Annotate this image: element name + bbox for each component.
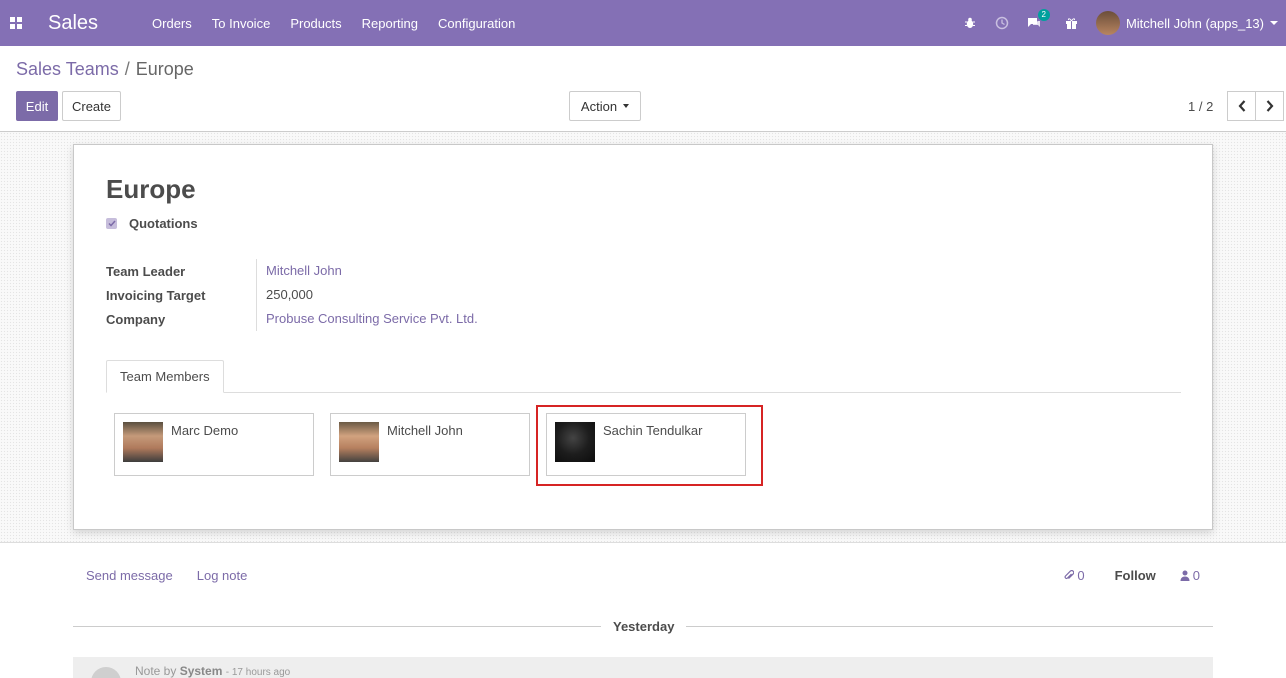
follow-button[interactable]: Follow [1115, 568, 1156, 583]
pager-previous-button[interactable] [1227, 91, 1256, 121]
invoicing-target-label: Invoicing Target [106, 287, 206, 303]
caret-down-icon [623, 104, 630, 108]
top-navbar: Sales Orders To Invoice Products Reporti… [0, 0, 1286, 46]
pager-next-button[interactable] [1255, 91, 1284, 121]
user-name: Mitchell John (apps_13) [1125, 15, 1264, 31]
pager-value: 1 / 2 [1188, 99, 1214, 114]
avatar [1095, 11, 1120, 35]
highlight-box [536, 405, 763, 486]
quotations-checkbox [106, 218, 117, 229]
breadcrumb-separator: / [124, 59, 130, 79]
create-button[interactable]: Create [62, 91, 121, 121]
user-menu[interactable]: Mitchell John (apps_13) [1095, 11, 1286, 35]
system-avatar-icon [91, 667, 121, 678]
invoicing-target-value: 250,000 [256, 283, 313, 307]
team-leader-label: Team Leader [106, 263, 186, 279]
menu-item-configuration[interactable]: Configuration [428, 16, 525, 31]
action-label: Action [580, 98, 618, 114]
clock-icon[interactable] [986, 0, 1018, 46]
tab-team-members[interactable]: Team Members [106, 360, 224, 393]
chatter-actions: Send message Log note [86, 568, 271, 583]
notebook-tabs: Team Members [106, 360, 1181, 393]
attachments-button[interactable]: 0 [1064, 568, 1085, 583]
chevron-left-icon [1238, 100, 1245, 112]
chatter-topbar-right: 0 Follow 0 [1040, 568, 1200, 583]
user-icon [1180, 570, 1190, 581]
apps-menu-icon[interactable] [0, 0, 32, 46]
note-author: System [179, 664, 223, 678]
record-title: Europe [106, 174, 196, 204]
breadcrumb-current: Europe [135, 59, 194, 79]
followers-button[interactable]: 0 [1180, 568, 1200, 583]
date-label: Yesterday [601, 619, 687, 634]
message-header: Note by System - 17 hours ago [135, 664, 290, 678]
check-icon [107, 220, 116, 227]
action-dropdown[interactable]: Action [569, 91, 641, 121]
attachments-count: 0 [1077, 568, 1085, 583]
send-message-button[interactable]: Send message [86, 568, 173, 583]
note-prefix: Note by [135, 664, 177, 678]
member-name: Mitchell John [387, 423, 463, 438]
followers-count: 0 [1192, 568, 1200, 583]
control-panel: Sales Teams / Europe Edit Create Action 1 … [0, 46, 1286, 132]
breadcrumb: Sales Teams / Europe [16, 59, 194, 80]
chevron-right-icon [1266, 100, 1273, 112]
company-value[interactable]: Probuse Consulting Service Pvt. Ltd. [256, 307, 478, 331]
quotations-label: Quotations [129, 216, 198, 231]
quotations-checkbox-row: Quotations [106, 216, 198, 231]
chatter-message: Note by System - 17 hours ago [73, 657, 1213, 678]
edit-button[interactable]: Edit [16, 91, 58, 121]
paperclip-icon [1064, 570, 1075, 580]
menu-item-to-invoice[interactable]: To Invoice [202, 16, 281, 31]
chevron-down-icon [1270, 21, 1278, 25]
gift-icon[interactable] [1056, 0, 1088, 46]
app-title[interactable]: Sales [48, 12, 98, 35]
note-time: - 17 hours ago [225, 667, 291, 678]
member-photo [339, 422, 379, 462]
chat-badge: 2 [1037, 9, 1050, 21]
bug-icon[interactable] [954, 0, 986, 46]
team-leader-value[interactable]: Mitchell John [256, 259, 342, 283]
log-note-button[interactable]: Log note [197, 568, 248, 583]
field-group: Team Leader Mitchell John Invoicing Targ… [106, 259, 478, 331]
menu-item-orders[interactable]: Orders [142, 16, 202, 31]
main-menu: Orders To Invoice Products Reporting Con… [142, 16, 525, 31]
member-name: Marc Demo [171, 423, 239, 438]
breadcrumb-sales-teams[interactable]: Sales Teams [16, 59, 119, 79]
menu-item-products[interactable]: Products [280, 16, 351, 31]
member-card-mitchell-john[interactable]: Mitchell John [330, 413, 530, 476]
date-separator: Yesterday [73, 619, 1213, 635]
member-card-marc-demo[interactable]: Marc Demo [114, 413, 314, 476]
member-photo [123, 422, 163, 462]
chat-icon[interactable]: 2 [1018, 0, 1050, 46]
company-label: Company [106, 311, 166, 327]
menu-item-reporting[interactable]: Reporting [352, 16, 428, 31]
